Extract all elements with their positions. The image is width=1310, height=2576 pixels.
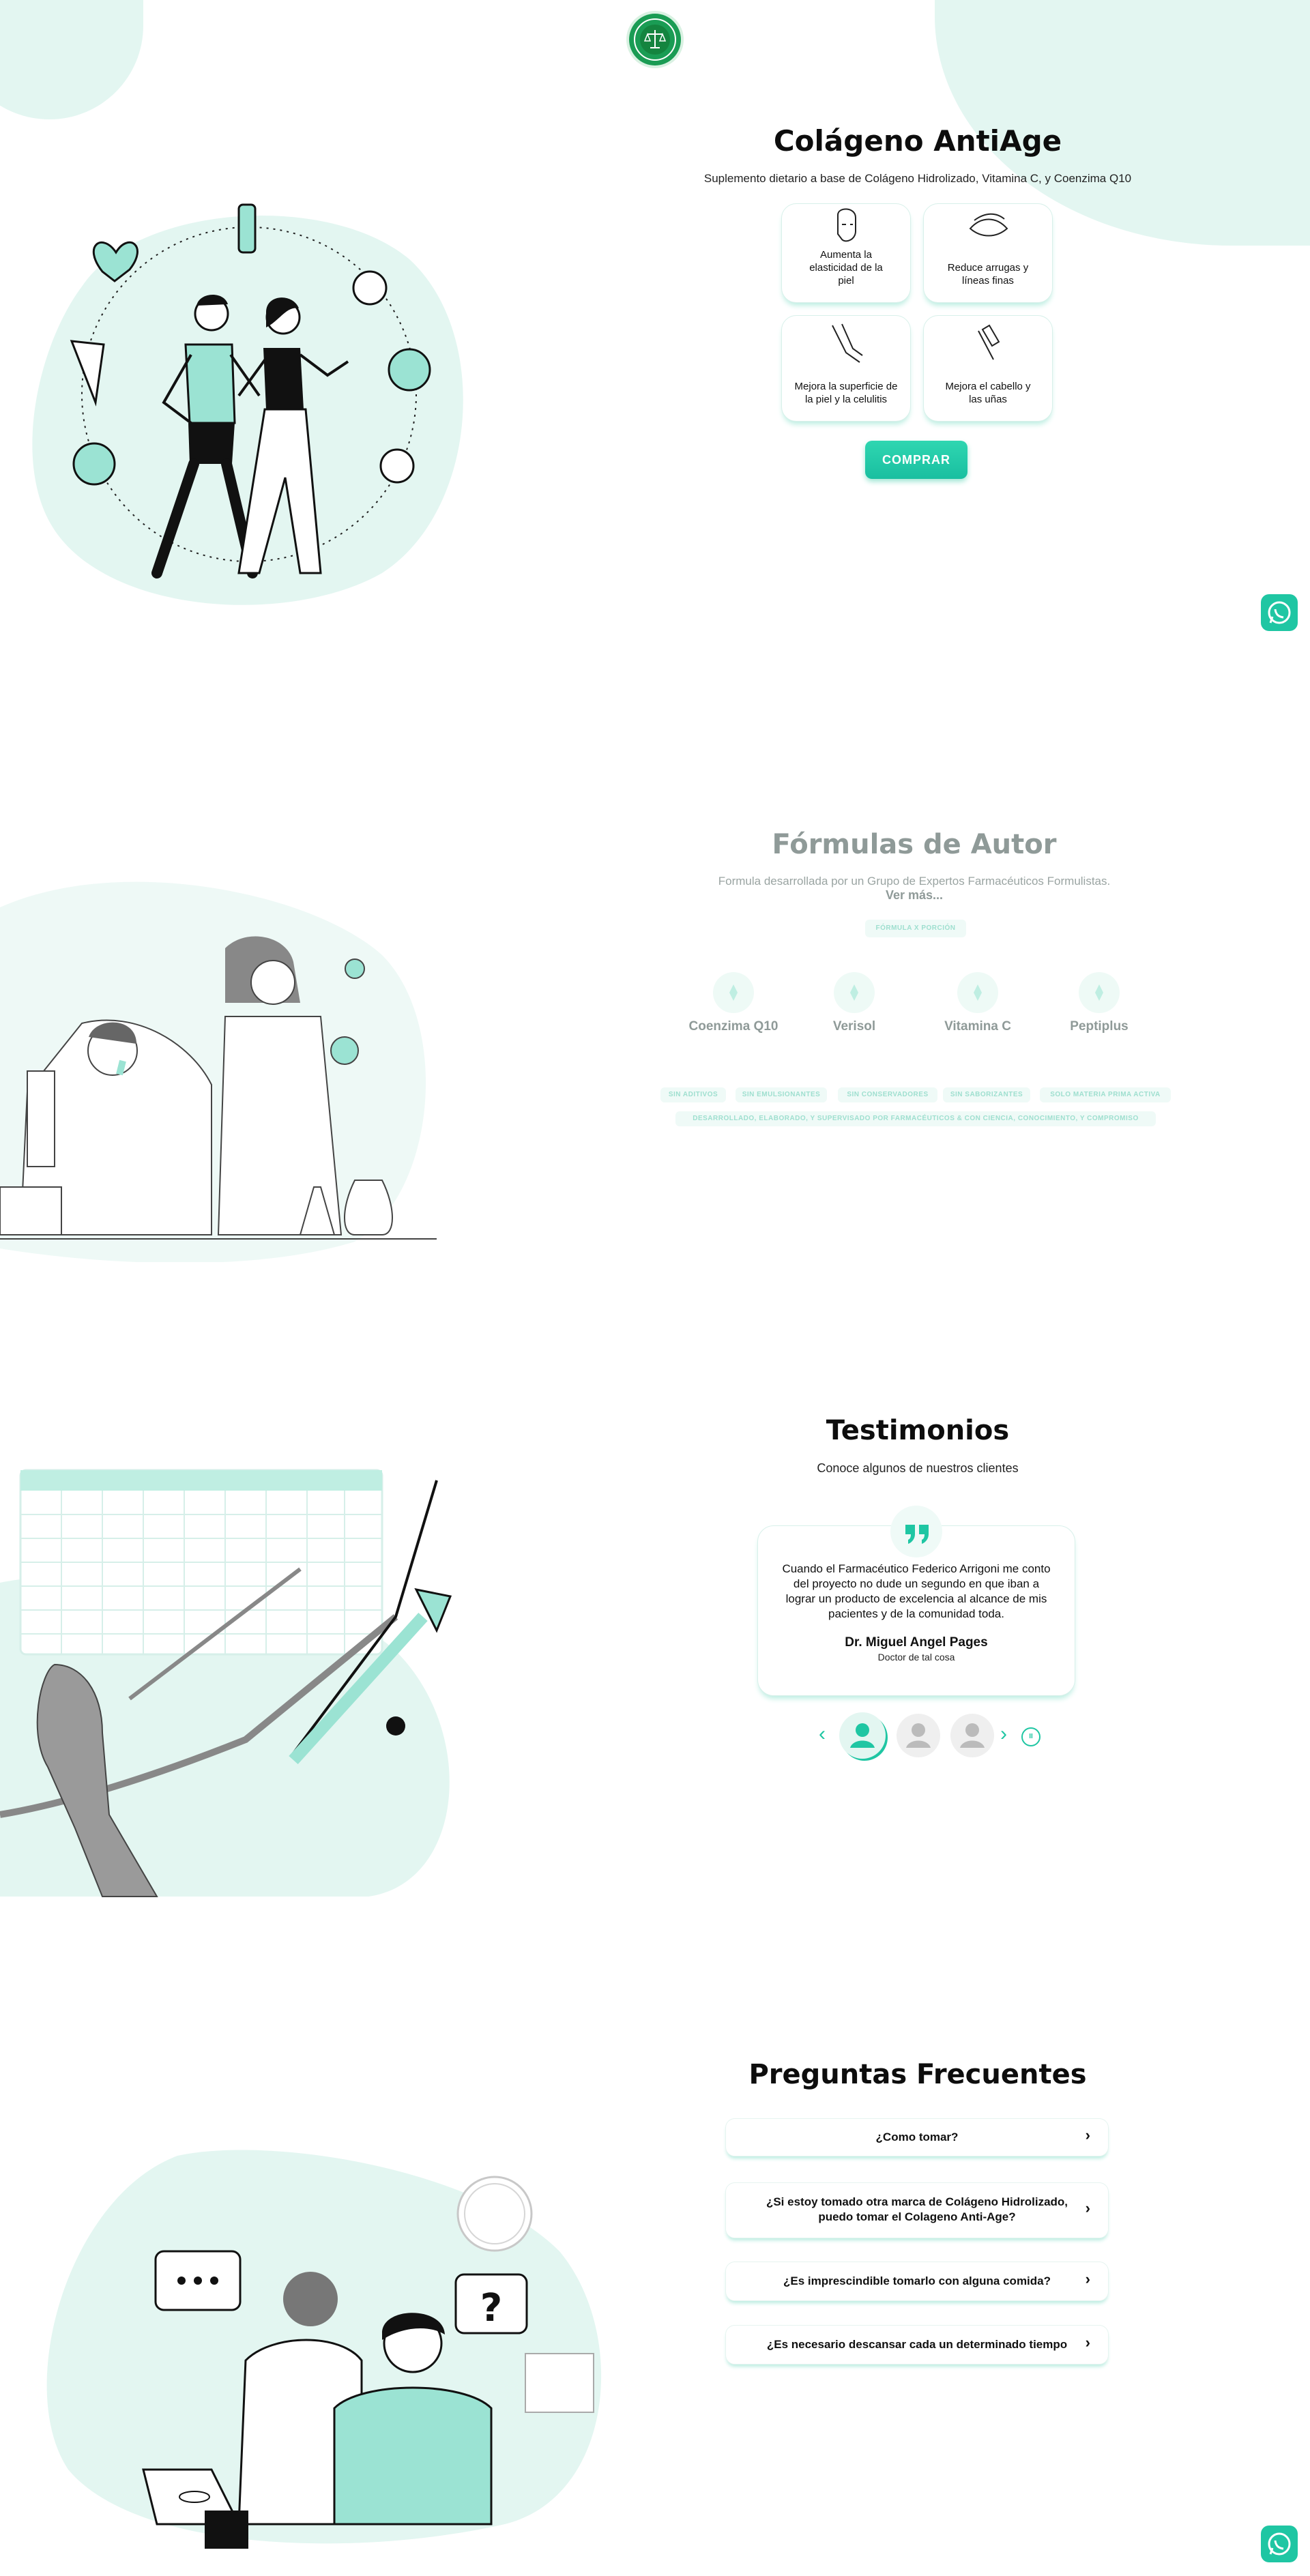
whatsapp-icon: [1268, 601, 1291, 624]
scales-of-justice-seal-icon: [634, 18, 676, 61]
logo[interactable]: [629, 14, 681, 65]
testimonials-subtitle: Conoce algunos de nuestros clientes: [817, 1461, 1019, 1475]
ingredient-icon: [713, 972, 754, 1013]
benefit-label: Mejora el cabello y las uñas: [945, 381, 1031, 405]
ingredient-icon: [834, 972, 875, 1013]
testimonial-prev-button[interactable]: ‹: [819, 1723, 826, 1746]
testimonial-avatar[interactable]: [950, 1714, 994, 1757]
molecule-icon: [850, 984, 858, 1001]
ingredient-label: Verisol: [832, 1019, 876, 1034]
formula-tab[interactable]: FÓRMULA X PORCIÓN: [865, 920, 966, 937]
testimonial-avatar[interactable]: [897, 1714, 940, 1757]
quote-icon: [905, 1525, 929, 1544]
faq-item[interactable]: ¿Es imprescindible tomarlo con alguna co…: [725, 2262, 1109, 2301]
eye-wrinkles-icon: [969, 213, 1008, 237]
ingredient-label: Coenzima Q10: [688, 1019, 778, 1034]
chevron-right-icon: ›: [1085, 2334, 1090, 2351]
benefit-card: Mejora el cabello y las uñas: [923, 315, 1053, 422]
whatsapp-button[interactable]: [1261, 594, 1298, 631]
ingredient-icon: [957, 972, 998, 1013]
testimonial-role: Doctor de tal cosa: [877, 1652, 955, 1663]
bg-blob-top-left: [0, 0, 143, 119]
lab-illustration: [0, 866, 450, 1263]
faq-item[interactable]: ¿Si estoy tomado otra marca de Colágeno …: [725, 2182, 1109, 2238]
whatsapp-button[interactable]: [1261, 2526, 1298, 2562]
testimonial-next-button[interactable]: ›: [1000, 1723, 1007, 1746]
avatar: [850, 1723, 875, 1748]
avatar: [960, 1723, 985, 1748]
faq-item[interactable]: ¿Como tomar? ›: [725, 2118, 1109, 2156]
hero-title: Colágeno AntiAge: [773, 124, 1062, 158]
ingredient-icon: [1079, 972, 1120, 1013]
woman-face-icon: [837, 208, 856, 242]
svg-text:?: ?: [480, 2286, 502, 2330]
leg-skin-icon: [832, 323, 863, 363]
benefit-label: Reduce arrugas y líneas finas: [947, 262, 1029, 287]
hero-illustration: [27, 191, 478, 614]
testimonial-card: Cuando el Farmacéutico Federico Arrigoni…: [757, 1506, 1075, 1696]
testimonial-author: Dr. Miguel Angel Pages: [845, 1635, 988, 1650]
benefit-card: Aumenta la elasticidad de la piel: [781, 203, 911, 303]
benefit-label: Mejora la superficie de la piel y la cel…: [794, 381, 898, 405]
faq-illustration: ?: [41, 2142, 614, 2551]
faq-question: ¿Es imprescindible tomarlo con alguna co…: [783, 2274, 1051, 2287]
testimonials-title: Testimonios: [826, 1415, 1010, 1446]
faq-title: Preguntas Frecuentes: [748, 2059, 1087, 2090]
benefit-card: Mejora la superficie de la piel y la cel…: [781, 315, 911, 422]
formulas-more-link[interactable]: Ver más...: [846, 888, 982, 903]
avatar: [906, 1723, 931, 1748]
hero-subtitle: Suplemento dietario a base de Colágeno H…: [703, 172, 1132, 185]
benefit-card: Reduce arrugas y líneas finas: [923, 203, 1053, 303]
testimonial-quote: Cuando el Farmacéutico Federico Arrigoni…: [782, 1562, 1051, 1620]
molecule-icon: [729, 984, 738, 1001]
faq-question: ¿Como tomar?: [875, 2131, 959, 2143]
quote-badge: [890, 1506, 942, 1557]
molecule-icon: [974, 984, 982, 1001]
benefit-label: Aumenta la elasticidad de la piel: [809, 249, 883, 287]
ingredient-label: Peptiplus: [1070, 1019, 1129, 1034]
formula-tag: SOLO MATERIA PRIMA ACTIVA: [1040, 1087, 1171, 1102]
formula-footer-tag: DESARROLLADO, ELABORADO, Y SUPERVISADO P…: [675, 1111, 1156, 1126]
formula-tag: SIN EMULSIONANTES: [736, 1087, 827, 1102]
growth-illustration: [0, 1446, 471, 1910]
formulas-title: Fórmulas de Autor: [772, 829, 1057, 860]
chevron-right-icon: ›: [1085, 2199, 1090, 2216]
buy-button[interactable]: COMPRAR: [865, 441, 967, 479]
ingredient-label: Vitamina C: [944, 1019, 1011, 1034]
formula-tag: SIN ADITIVOS: [660, 1087, 726, 1102]
formula-tag: SIN CONSERVADORES: [838, 1087, 937, 1102]
chevron-right-icon: ›: [1085, 2270, 1090, 2287]
formula-tag: SIN SABORIZANTES: [943, 1087, 1030, 1102]
chevron-right-icon: ›: [1085, 2126, 1090, 2143]
faq-question: ¿Es necesario descansar cada un determin…: [766, 2338, 1068, 2351]
whatsapp-icon: [1268, 2532, 1291, 2556]
nail-polish-icon: [978, 324, 1000, 360]
testimonial-pause-button[interactable]: II: [1021, 1727, 1040, 1746]
faq-item[interactable]: ¿Es necesario descansar cada un determin…: [725, 2325, 1109, 2365]
molecule-icon: [1095, 984, 1103, 1001]
formulas-subtitle: Formula desarrollada por un Grupo de Exp…: [718, 875, 1111, 888]
testimonial-avatar-active[interactable]: [839, 1712, 886, 1759]
faq-question: ¿Si estoy tomado otra marca de Colágeno …: [766, 2195, 1068, 2223]
